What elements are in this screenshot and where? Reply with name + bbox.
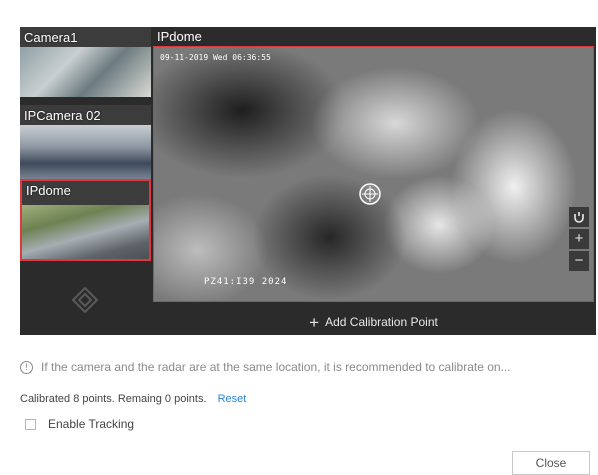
lens-icon[interactable] <box>569 207 589 227</box>
zoom-in-button[interactable]: + <box>569 229 589 249</box>
calibration-status-text: Calibrated 8 points. Remaing 0 points. <box>20 393 207 405</box>
calibration-panel: Camera1 IPCamera 02 IPdome IPdome 09-11-… <box>20 27 596 335</box>
calibration-status: Calibrated 8 points. Remaing 0 points. R… <box>20 393 246 405</box>
osd-timestamp: 09-11-2019 Wed 06:36:55 <box>160 53 271 62</box>
add-calibration-point-button[interactable]: + Add Calibration Point <box>151 309 596 335</box>
close-button[interactable]: Close <box>512 451 590 475</box>
info-text: If the camera and the radar are at the s… <box>41 360 511 374</box>
camera-item-ipdome[interactable]: IPdome <box>20 179 151 261</box>
camera-thumbnail <box>22 205 149 259</box>
info-message: ! If the camera and the radar are at the… <box>20 360 511 374</box>
camera-thumbnail <box>20 47 151 97</box>
camera-thumbnail <box>20 125 151 180</box>
live-video[interactable]: 09-11-2019 Wed 06:36:55 PZ41:I39 2024 + … <box>153 46 594 302</box>
camera-item-camera1[interactable]: Camera1 <box>20 27 151 97</box>
add-calibration-label: Add Calibration Point <box>325 315 438 329</box>
camera-label: IPdome <box>26 183 71 198</box>
camera-item-ipcamera-02[interactable]: IPCamera 02 <box>20 105 151 180</box>
camera-list: Camera1 IPCamera 02 IPdome <box>20 27 151 335</box>
enable-tracking-option[interactable]: Enable Tracking <box>25 417 134 431</box>
reset-link[interactable]: Reset <box>218 393 247 405</box>
video-title: IPdome <box>157 29 202 44</box>
zoom-out-button[interactable]: − <box>569 251 589 271</box>
video-header: IPdome <box>151 27 596 46</box>
crosshair-icon[interactable] <box>358 182 382 206</box>
direction-control-icon[interactable] <box>70 285 100 315</box>
camera-label: Camera1 <box>24 30 78 45</box>
osd-ptz-readout: PZ41:I39 2024 <box>204 277 288 287</box>
enable-tracking-checkbox[interactable] <box>25 418 36 430</box>
plus-icon: + <box>309 312 320 332</box>
zoom-controls: + − <box>569 207 589 271</box>
camera-label: IPCamera 02 <box>24 108 101 123</box>
enable-tracking-label: Enable Tracking <box>48 417 135 431</box>
info-icon: ! <box>20 360 33 374</box>
